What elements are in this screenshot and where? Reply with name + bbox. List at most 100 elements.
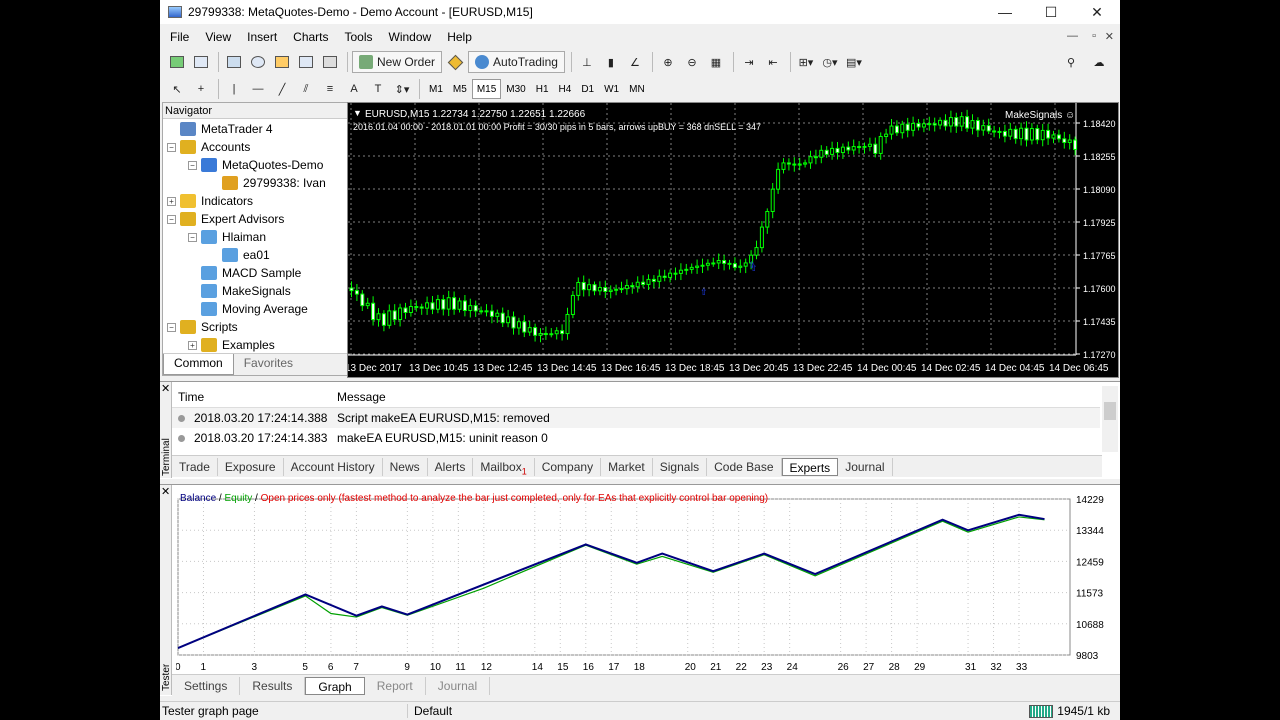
arrows-icon[interactable]: ⇕▾ [391, 78, 413, 100]
zoom-in-icon[interactable]: ⊕ [657, 51, 679, 73]
data-window-icon[interactable] [247, 51, 269, 73]
mdi-restore-button[interactable]: ▫ [1092, 30, 1096, 42]
x-tick-label: 14 [532, 662, 544, 673]
chat-icon[interactable]: ☁ [1088, 51, 1110, 73]
menu-view[interactable]: View [197, 30, 239, 44]
tab-results[interactable]: Results [240, 676, 306, 695]
tab-settings[interactable]: Settings [172, 676, 241, 695]
auto-trading-button[interactable]: AutoTrading [468, 51, 565, 73]
tab-news[interactable]: News [383, 457, 428, 476]
menu-insert[interactable]: Insert [239, 30, 285, 44]
tab-journal[interactable]: Journal [838, 457, 893, 476]
mdi-close-button[interactable]: ✕ [1105, 30, 1114, 43]
x-tick-label: 1 [200, 662, 206, 673]
tab-alerts[interactable]: Alerts [428, 457, 474, 476]
candlestick-chart[interactable]: 1.18420 1.18255 1.18090 1.17925 1.17765 1.176… [348, 103, 1118, 377]
menu-file[interactable]: File [162, 30, 197, 44]
tester-close-icon[interactable]: ✕ [161, 485, 170, 498]
menu-help[interactable]: Help [439, 30, 480, 44]
tab-favorites[interactable]: Favorites [234, 354, 303, 375]
expander-icon[interactable]: + [188, 340, 197, 350]
scroll-thumb[interactable] [1104, 402, 1116, 420]
tab-common[interactable]: Common [163, 354, 234, 375]
crosshair-icon[interactable]: + [190, 78, 212, 100]
timeframe-d1[interactable]: D1 [576, 79, 599, 99]
new-order-button[interactable]: New Order [352, 51, 443, 73]
timeframe-m30[interactable]: M30 [501, 79, 530, 99]
horizontal-line-icon[interactable]: — [247, 78, 269, 100]
table-row[interactable]: 2018.03.20 17:24:14.383 makeEA EURUSD,M1… [172, 428, 1100, 448]
fibonacci-icon[interactable]: ≡ [319, 78, 341, 100]
column-message[interactable]: Message [337, 390, 386, 404]
candlesticks-icon[interactable]: ▮ [600, 51, 622, 73]
tab-signals[interactable]: Signals [653, 457, 708, 476]
expander-icon[interactable]: − [167, 214, 176, 224]
terminal-close-icon[interactable]: ✕ [161, 382, 170, 395]
tab-code-base[interactable]: Code Base [707, 457, 782, 476]
strategy-tester-icon[interactable] [319, 51, 341, 73]
tab-account-history[interactable]: Account History [284, 457, 383, 476]
close-button[interactable]: ✕ [1074, 0, 1120, 24]
tab-company[interactable]: Company [535, 457, 602, 476]
signal-arrow-icon: ⇧ [700, 287, 708, 297]
search-icon[interactable]: ⚲ [1060, 51, 1082, 73]
bar-chart-icon[interactable]: ⊥ [576, 51, 598, 73]
text-tool-icon[interactable]: A [343, 78, 365, 100]
timeframe-w1[interactable]: W1 [599, 79, 624, 99]
metaeditor-icon[interactable] [444, 51, 466, 73]
text-label-icon[interactable]: T [367, 78, 389, 100]
timeframe-m1[interactable]: M1 [424, 79, 448, 99]
channel-icon[interactable]: ⫽ [295, 78, 317, 100]
candle-body [419, 306, 424, 309]
trendline-icon[interactable]: ╱ [271, 78, 293, 100]
terminal-scrollbar[interactable] [1102, 386, 1118, 452]
new-chart-icon[interactable] [166, 51, 188, 73]
tab-graph[interactable]: Graph [305, 676, 365, 695]
expander-icon[interactable]: + [167, 196, 176, 206]
cursor-icon[interactable]: ↖ [166, 78, 188, 100]
tab-trade[interactable]: Trade [172, 457, 218, 476]
column-time[interactable]: Time [172, 390, 337, 404]
candle-body [614, 288, 619, 291]
expander-icon[interactable]: − [167, 142, 176, 152]
auto-scroll-icon[interactable]: ⇥ [738, 51, 760, 73]
vertical-line-icon[interactable]: | [223, 78, 245, 100]
templates-icon[interactable]: ▤▾ [843, 51, 865, 73]
candle-body [684, 268, 689, 271]
tab-market[interactable]: Market [601, 457, 653, 476]
navigator-icon[interactable] [271, 51, 293, 73]
menu-window[interactable]: Window [381, 30, 440, 44]
price-chart[interactable]: 1.18420 1.18255 1.18090 1.17925 1.17765 1.176… [347, 102, 1119, 378]
timeframe-m15[interactable]: M15 [471, 79, 502, 99]
zoom-out-icon[interactable]: ⊖ [681, 51, 703, 73]
expander-icon[interactable]: − [167, 322, 176, 332]
expander-icon[interactable]: − [188, 160, 197, 170]
market-watch-icon[interactable] [223, 51, 245, 73]
tile-windows-icon[interactable]: ▦ [705, 51, 727, 73]
chart-collapse-icon[interactable]: ▼ [353, 108, 362, 118]
indicators-list-icon[interactable]: ⊞▾ [795, 51, 817, 73]
periods-icon[interactable]: ◷▾ [819, 51, 841, 73]
timeframe-mn[interactable]: MN [624, 79, 650, 99]
menu-tools[interactable]: Tools [337, 30, 381, 44]
timeframe-h4[interactable]: H4 [554, 79, 577, 99]
profiles-icon[interactable] [190, 51, 212, 73]
minimize-button[interactable]: — [982, 0, 1028, 24]
timeframe-h1[interactable]: H1 [531, 79, 554, 99]
terminal-icon[interactable] [295, 51, 317, 73]
tab-exposure[interactable]: Exposure [218, 457, 284, 476]
tester-graph[interactable]: 14229 13344 12459 11573 10688 9803 0 1 3 5 6 7 9 10 11… [175, 489, 1120, 675]
line-chart-icon[interactable]: ∠ [624, 51, 646, 73]
chart-shift-icon[interactable]: ⇤ [762, 51, 784, 73]
tab-journal[interactable]: Journal [426, 676, 491, 695]
tab-mailbox[interactable]: Mailbox1 [473, 457, 535, 476]
table-row[interactable]: 2018.03.20 17:24:14.388 Script makeEA EU… [172, 408, 1100, 428]
maximize-button[interactable]: ☐ [1028, 0, 1074, 24]
menu-charts[interactable]: Charts [285, 30, 336, 44]
mdi-minimize-button[interactable]: — [1067, 30, 1078, 42]
timeframe-m5[interactable]: M5 [448, 79, 472, 99]
expander-icon[interactable]: − [188, 232, 197, 242]
x-tick-label: 23 [761, 662, 773, 673]
tab-experts[interactable]: Experts [781, 457, 839, 476]
tab-report[interactable]: Report [365, 676, 426, 695]
